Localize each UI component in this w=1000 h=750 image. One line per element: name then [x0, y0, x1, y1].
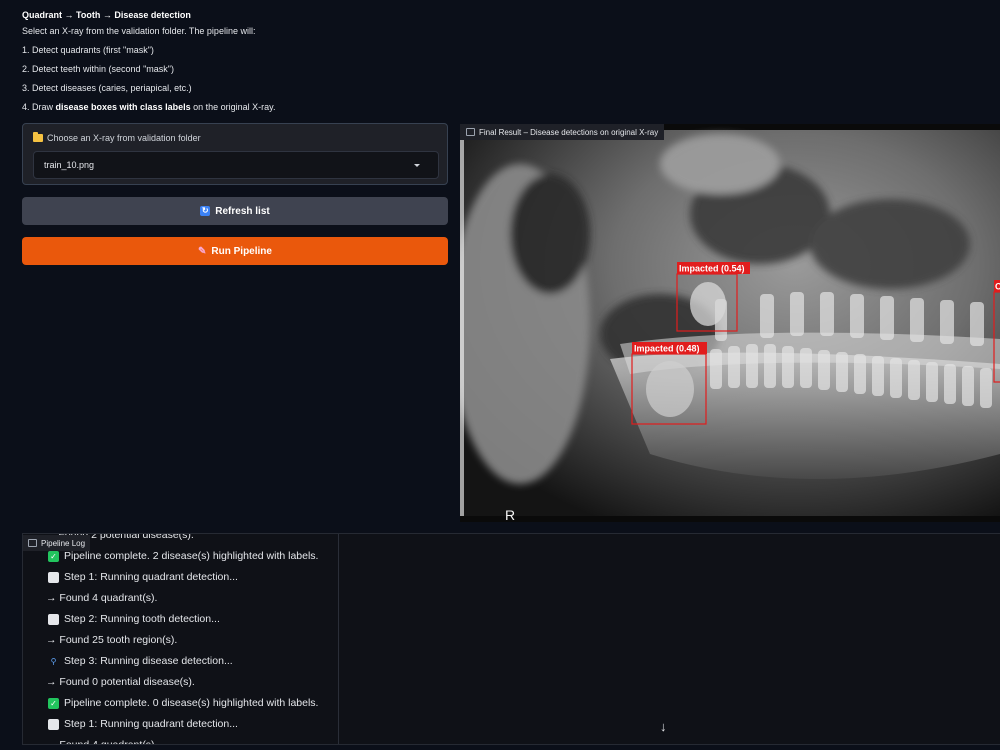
scroll-down-arrow-icon[interactable]: ↓ [660, 719, 667, 734]
step-4-prefix: 4. Draw [22, 102, 56, 112]
step-1: 1. Detect quadrants (first "mask") [22, 45, 154, 55]
log-line: Step 1: Running quadrant detection... [23, 714, 318, 735]
image-caption: Final Result – Disease detections on ori… [479, 127, 659, 137]
log-icon [28, 539, 37, 547]
log-line: → Found 4 quadrant(s). [23, 588, 318, 609]
log-line: → Found 4 quadrant(s). [23, 735, 318, 744]
image-caption-tag: Final Result – Disease detections on ori… [460, 124, 665, 140]
log-lines: → Found 2 potential disease(s). ✓ Pipelin… [23, 534, 318, 744]
tooth-icon [48, 572, 59, 583]
log-line: → Found 25 tooth region(s). [23, 630, 318, 651]
dropdown-label-text: Choose an X-ray from validation folder [47, 133, 201, 143]
log-line: Step 1: Running quadrant detection... [23, 567, 318, 588]
pipeline-log-textbox[interactable]: Pipeline Log → Found 2 potential disease… [23, 534, 339, 744]
refresh-list-button[interactable]: ↻ Refresh list [22, 197, 448, 225]
log-line-text: Pipeline complete. 2 disease(s) highligh… [64, 550, 319, 562]
log-tag-label: Pipeline Log [41, 538, 86, 548]
log-line: ✓ Pipeline complete. 0 disease(s) highlig… [23, 693, 318, 714]
step-2: 2. Detect teeth within (second "mask") [22, 64, 174, 74]
detection-label-3: C [995, 282, 1000, 292]
xray-side-marker: R [505, 507, 515, 522]
refresh-label: Refresh list [215, 205, 270, 217]
log-line-text: Step 1: Running quadrant detection... [64, 718, 238, 730]
step-3: 3. Detect diseases (caries, periapical, … [22, 83, 192, 93]
result-image-panel: Final Result – Disease detections on ori… [460, 124, 1000, 522]
tooth-icon [48, 719, 59, 730]
step-4: 4. Draw disease boxes with class labels … [22, 102, 442, 113]
page-title: Quadrant → Tooth → Disease detection [22, 10, 191, 20]
pipeline-log-panel: Pipeline Log → Found 2 potential disease… [22, 533, 1000, 745]
log-line: ⚲ Step 3: Running disease detection... [23, 651, 318, 672]
log-line-text: Step 3: Running disease detection... [64, 655, 233, 667]
xray-image: Impacted (0.54) Impacted (0.48) C R [460, 124, 1000, 522]
run-label: Run Pipeline [211, 245, 272, 257]
detection-label-2: Impacted (0.48) [634, 344, 700, 354]
tooth-icon [48, 614, 59, 625]
log-line-text: → Found 4 quadrant(s). [46, 735, 157, 744]
step-4-suffix: on the original X-ray. [190, 102, 276, 112]
log-line-text: Step 2: Running tooth detection... [64, 613, 220, 625]
dropdown-label: Choose an X-ray from validation folder [33, 132, 201, 143]
detection-label-1: Impacted (0.54) [679, 264, 745, 274]
xray-dropdown-panel: Choose an X-ray from validation folder t… [22, 123, 448, 185]
refresh-icon: ↻ [200, 206, 211, 216]
selected-xray: train_10.png [44, 160, 95, 170]
run-pipeline-button[interactable]: ✎ Run Pipeline [22, 237, 448, 265]
log-line-text: → Found 0 potential disease(s). [46, 676, 195, 688]
log-line-text: → Found 4 quadrant(s). [46, 592, 158, 604]
instructions: Quadrant → Tooth → Disease detection Sel… [22, 6, 442, 121]
log-line-text: → Found 25 tooth region(s). [46, 634, 178, 646]
check-icon: ✓ [48, 698, 59, 709]
log-line: → Found 0 potential disease(s). [23, 672, 318, 693]
folder-icon [33, 132, 43, 142]
chevron-down-icon [414, 164, 420, 167]
log-line: Step 2: Running tooth detection... [23, 609, 318, 630]
intro-lead: Select an X-ray from the validation fold… [22, 26, 256, 36]
log-line-text: Pipeline complete. 0 disease(s) highligh… [64, 697, 319, 709]
pen-icon: ✎ [198, 245, 207, 257]
step-4-bold: disease boxes with class labels [55, 102, 191, 112]
xray-select[interactable]: train_10.png [33, 151, 439, 179]
magnifier-icon: ⚲ [50, 657, 57, 666]
check-icon: ✓ [48, 551, 59, 562]
log-line-text: Step 1: Running quadrant detection... [64, 571, 238, 583]
log-tag: Pipeline Log [23, 535, 91, 551]
image-icon [466, 128, 475, 136]
